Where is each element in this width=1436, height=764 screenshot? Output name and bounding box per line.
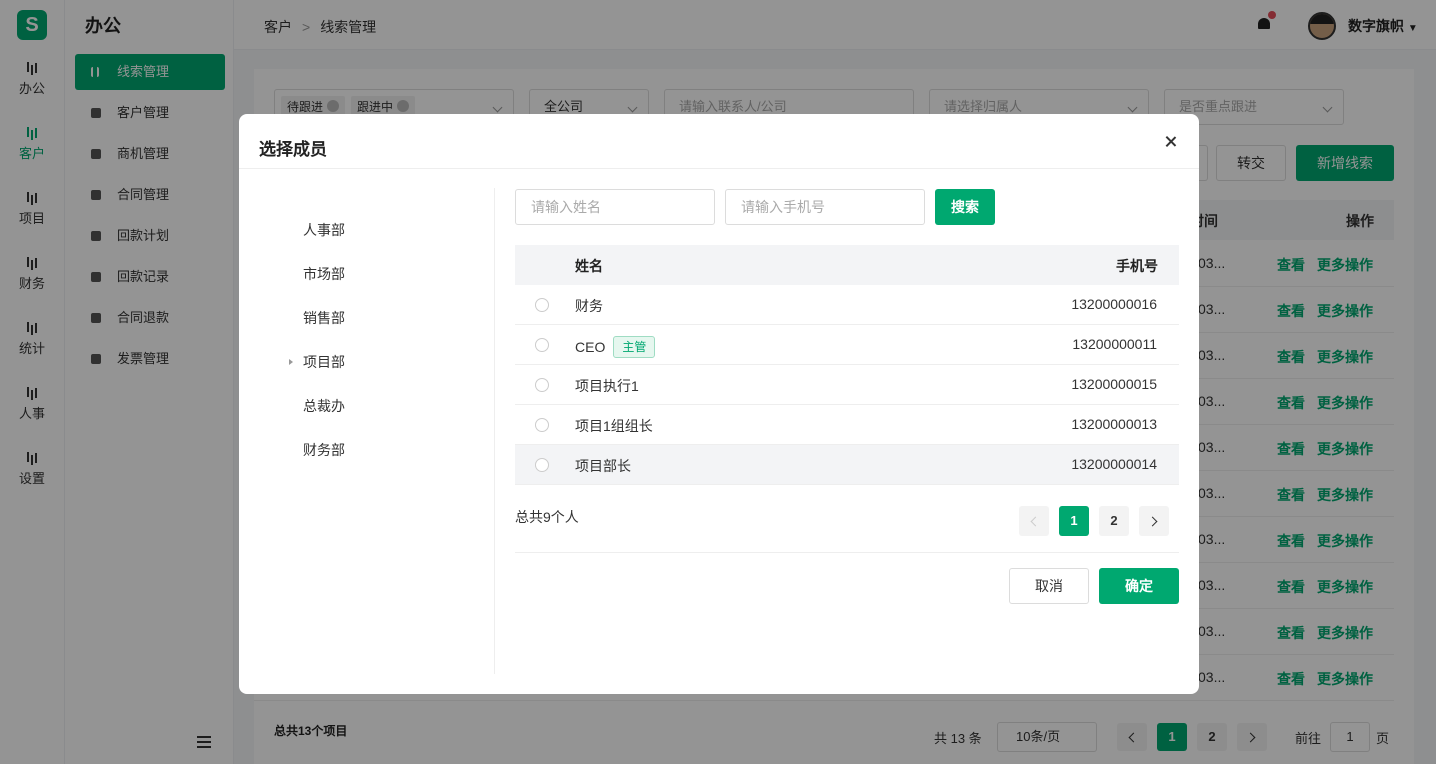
table-row[interactable]: 项目部长 13200000014 xyxy=(515,445,1179,485)
chevron-left-icon xyxy=(1030,516,1041,527)
department-item[interactable]: 销售部 xyxy=(303,308,345,328)
page-button[interactable]: 2 xyxy=(1099,506,1129,536)
department-item[interactable]: 总裁办 xyxy=(303,396,345,416)
select-member-dialog: 选择成员 人事部 市场部 销售部 项目部 总裁办 财务部 搜索 姓名 手机号 财… xyxy=(239,114,1199,694)
department-item[interactable]: 人事部 xyxy=(303,220,345,240)
dialog-title: 选择成员 xyxy=(259,140,327,159)
department-item[interactable]: 财务部 xyxy=(303,440,345,460)
select-radio[interactable] xyxy=(535,298,549,312)
member-phone: 13200000015 xyxy=(1071,376,1157,392)
expand-arrow-icon[interactable] xyxy=(289,359,293,365)
member-name: CEO xyxy=(575,339,606,355)
prev-page-button[interactable] xyxy=(1019,506,1049,536)
member-name-cell: CEO 主管 xyxy=(575,336,656,358)
supervisor-badge: 主管 xyxy=(613,336,656,358)
member-phone: 13200000013 xyxy=(1071,416,1157,432)
table-row[interactable]: 财务 13200000016 xyxy=(515,285,1179,325)
cancel-button[interactable]: 取消 xyxy=(1009,568,1089,604)
member-phone: 13200000014 xyxy=(1071,456,1157,472)
column-phone: 手机号 xyxy=(1116,258,1158,274)
table-row[interactable]: 项目1组组长 13200000013 xyxy=(515,405,1179,445)
department-item[interactable]: 市场部 xyxy=(303,264,345,284)
next-page-button[interactable] xyxy=(1139,506,1169,536)
phone-search-input[interactable] xyxy=(725,189,925,225)
member-name: 项目1组组长 xyxy=(575,418,653,434)
close-icon[interactable] xyxy=(1163,134,1179,150)
member-name: 项目执行1 xyxy=(575,378,639,394)
divider xyxy=(239,168,1199,169)
member-table-header: 姓名 手机号 xyxy=(515,245,1179,285)
department-item[interactable]: 项目部 xyxy=(303,352,345,372)
column-name: 姓名 xyxy=(575,258,603,274)
chevron-right-icon xyxy=(1147,516,1158,527)
divider xyxy=(494,188,495,674)
name-search-input[interactable] xyxy=(515,189,715,225)
confirm-button[interactable]: 确定 xyxy=(1099,568,1179,604)
page-button[interactable]: 1 xyxy=(1059,506,1089,536)
select-radio[interactable] xyxy=(535,378,549,392)
member-phone: 13200000011 xyxy=(1072,336,1157,352)
table-row[interactable]: 项目执行1 13200000015 xyxy=(515,365,1179,405)
select-radio[interactable] xyxy=(535,418,549,432)
search-button[interactable]: 搜索 xyxy=(935,189,995,225)
member-phone: 13200000016 xyxy=(1071,296,1157,312)
table-row[interactable]: CEO 主管 13200000011 xyxy=(515,325,1179,365)
member-total: 总共9个人 xyxy=(515,509,579,525)
member-name: 项目部长 xyxy=(575,458,631,474)
member-name: 财务 xyxy=(575,298,603,314)
select-radio[interactable] xyxy=(535,458,549,472)
divider xyxy=(515,552,1179,553)
select-radio[interactable] xyxy=(535,338,549,352)
